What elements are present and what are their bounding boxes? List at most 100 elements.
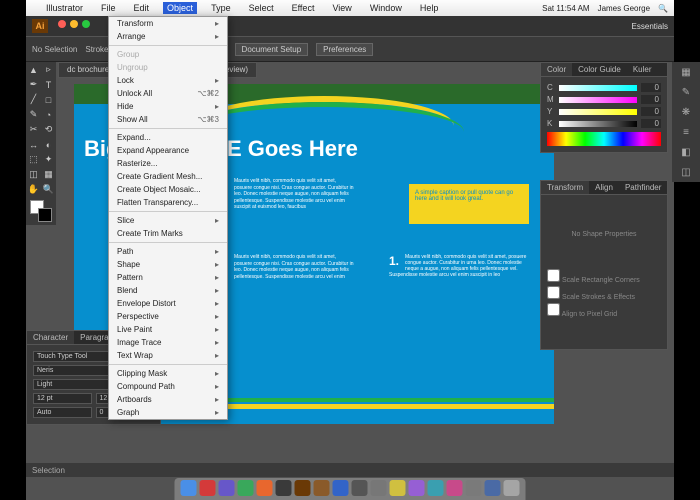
menu-help[interactable]: Help (416, 2, 443, 14)
menuitem-transform[interactable]: Transform▸ (109, 17, 227, 30)
menu-effect[interactable]: Effect (288, 2, 319, 14)
dock-app-3[interactable] (238, 480, 254, 496)
dock-app-8[interactable] (333, 480, 349, 496)
font-size-field[interactable]: 12 pt (33, 393, 92, 404)
tool-7[interactable]: ◔ (41, 107, 56, 122)
m-slider[interactable] (559, 97, 637, 103)
dock-app-6[interactable] (295, 480, 311, 496)
transform-panel[interactable]: Transform Align Pathfinder No Shape Prop… (540, 180, 668, 350)
tool-12[interactable]: ⬚ (26, 152, 41, 167)
menu-select[interactable]: Select (245, 2, 278, 14)
dock-app-15[interactable] (466, 480, 482, 496)
dock-app-10[interactable] (371, 480, 387, 496)
tab-kuler[interactable]: Kuler (627, 63, 658, 76)
zoom-icon[interactable] (82, 20, 90, 28)
menuitem-shape[interactable]: Shape▸ (109, 258, 227, 271)
tool-15[interactable]: ▦ (41, 167, 56, 182)
menuitem-show-all[interactable]: Show All⌥⌘3 (109, 113, 227, 126)
dock-app-14[interactable] (447, 480, 463, 496)
dock-app-4[interactable] (257, 480, 273, 496)
menuitem-unlock-all[interactable]: Unlock All⌥⌘2 (109, 87, 227, 100)
tool-14[interactable]: ◫ (26, 167, 41, 182)
menuitem-expand-appearance[interactable]: Expand Appearance (109, 144, 227, 157)
cb-align-pixel[interactable]: Align to Pixel Grid (547, 302, 661, 319)
tool-4[interactable]: ╱ (26, 92, 41, 107)
menuitem-text-wrap[interactable]: Text Wrap▸ (109, 349, 227, 362)
color-panel[interactable]: Color Color Guide Kuler C0 M0 Y0 K0 (540, 62, 668, 153)
menuitem-rasterize-[interactable]: Rasterize... (109, 157, 227, 170)
tool-1[interactable]: ▹ (41, 62, 56, 77)
cb-scale-corners[interactable]: Scale Rectangle Corners (547, 268, 661, 285)
tool-16[interactable]: ✋ (26, 182, 41, 197)
brushes-icon[interactable]: ✎ (672, 82, 700, 102)
menuitem-graph[interactable]: Graph▸ (109, 406, 227, 419)
m-value[interactable]: 0 (641, 95, 661, 104)
dock-app-17[interactable] (504, 480, 520, 496)
menuitem-lock[interactable]: Lock▸ (109, 74, 227, 87)
workspace-switcher[interactable]: Essentials (632, 22, 668, 31)
fill-stroke-swatch[interactable] (30, 200, 52, 222)
tool-17[interactable]: 🔍 (41, 182, 56, 197)
menuitem-path[interactable]: Path▸ (109, 245, 227, 258)
dock-app-1[interactable] (200, 480, 216, 496)
tab-align[interactable]: Align (589, 181, 619, 194)
gradient-icon[interactable]: ◧ (672, 142, 700, 162)
tool-8[interactable]: ✂ (26, 122, 41, 137)
menuitem-arrange[interactable]: Arrange▸ (109, 30, 227, 43)
c-value[interactable]: 0 (641, 83, 661, 92)
menu-app[interactable]: Illustrator (42, 2, 87, 14)
menu-type[interactable]: Type (207, 2, 235, 14)
menuitem-clipping-mask[interactable]: Clipping Mask▸ (109, 367, 227, 380)
tool-2[interactable]: ✒ (26, 77, 41, 92)
menuitem-pattern[interactable]: Pattern▸ (109, 271, 227, 284)
y-value[interactable]: 0 (641, 107, 661, 116)
dock-app-9[interactable] (352, 480, 368, 496)
spectrum-bar[interactable] (547, 132, 661, 146)
y-slider[interactable] (559, 109, 637, 115)
menuitem-image-trace[interactable]: Image Trace▸ (109, 336, 227, 349)
c-slider[interactable] (559, 85, 637, 91)
menuitem-envelope-distort[interactable]: Envelope Distort▸ (109, 297, 227, 310)
symbols-icon[interactable]: ❋ (672, 102, 700, 122)
menu-object[interactable]: Object (163, 2, 197, 14)
tool-10[interactable]: ↔ (26, 137, 41, 152)
k-value[interactable]: 0 (641, 119, 661, 128)
menuitem-slice[interactable]: Slice▸ (109, 214, 227, 227)
tool-0[interactable]: ▲ (26, 62, 41, 77)
dock-app-11[interactable] (390, 480, 406, 496)
layers-icon[interactable]: ◫ (672, 162, 700, 182)
tool-13[interactable]: ✦ (41, 152, 56, 167)
tab-pathfinder[interactable]: Pathfinder (619, 181, 667, 194)
menuitem-compound-path[interactable]: Compound Path▸ (109, 380, 227, 393)
tab-color-guide[interactable]: Color Guide (572, 63, 627, 76)
menu-edit[interactable]: Edit (130, 2, 154, 14)
stroke-icon[interactable]: ≡ (672, 122, 700, 142)
dock-app-12[interactable] (409, 480, 425, 496)
tool-6[interactable]: ✎ (26, 107, 41, 122)
menuitem-live-paint[interactable]: Live Paint▸ (109, 323, 227, 336)
tab-transform[interactable]: Transform (541, 181, 589, 194)
tab-character[interactable]: Character (27, 331, 74, 344)
menuitem-flatten-transparency-[interactable]: Flatten Transparency... (109, 196, 227, 209)
menu-file[interactable]: File (97, 2, 120, 14)
tab-color[interactable]: Color (541, 63, 572, 76)
tool-3[interactable]: T (41, 77, 56, 92)
minimize-icon[interactable] (70, 20, 78, 28)
close-icon[interactable] (58, 20, 66, 28)
menu-view[interactable]: View (328, 2, 355, 14)
menuitem-hide[interactable]: Hide▸ (109, 100, 227, 113)
swatches-icon[interactable]: ▦ (672, 62, 700, 82)
spotlight-icon[interactable]: 🔍 (658, 4, 668, 13)
menuitem-create-object-mosaic-[interactable]: Create Object Mosaic... (109, 183, 227, 196)
menuitem-create-gradient-mesh-[interactable]: Create Gradient Mesh... (109, 170, 227, 183)
preferences-button[interactable]: Preferences (316, 43, 373, 56)
k-slider[interactable] (559, 121, 637, 127)
kerning-field[interactable]: Auto (33, 407, 92, 418)
menuitem-blend[interactable]: Blend▸ (109, 284, 227, 297)
document-setup-button[interactable]: Document Setup (235, 43, 309, 56)
dock-app-2[interactable] (219, 480, 235, 496)
menu-user[interactable]: James George (598, 4, 650, 13)
tool-9[interactable]: ⟲ (41, 122, 56, 137)
cb-scale-strokes[interactable]: Scale Strokes & Effects (547, 285, 661, 302)
menu-window[interactable]: Window (366, 2, 406, 14)
